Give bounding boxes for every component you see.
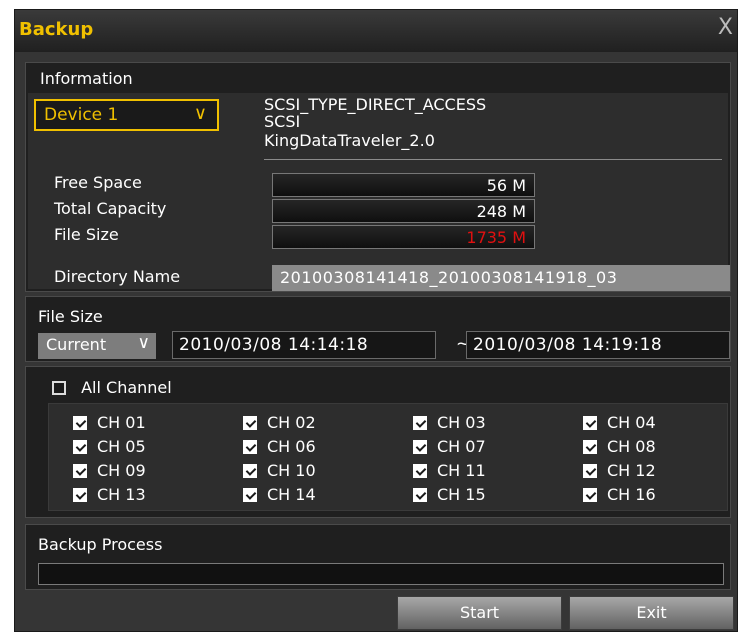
checkbox-icon — [413, 487, 427, 502]
channel-label: CH 06 — [267, 437, 316, 456]
backup-progress-bar — [38, 563, 724, 585]
checkbox-icon — [243, 487, 257, 502]
channel-checkbox-2[interactable]: CH 02 — [243, 412, 316, 432]
file-size-section-label: File Size — [38, 307, 103, 326]
channel-label: CH 12 — [607, 461, 656, 480]
channel-label: CH 11 — [437, 461, 486, 480]
backup-process-label: Backup Process — [38, 535, 163, 554]
channel-label: CH 07 — [437, 437, 486, 456]
channel-label: CH 10 — [267, 461, 316, 480]
start-datetime-field[interactable]: 2010/03/08 14:14:18 — [172, 331, 436, 359]
checkbox-icon — [243, 415, 257, 430]
checkbox-icon — [73, 487, 87, 502]
channel-label: CH 03 — [437, 413, 486, 432]
channel-grid: CH 01 CH 02 CH 03 CH 04 CH 05 CH 06 CH 07 CH 08… — [48, 403, 728, 511]
range-mode-select[interactable]: Current ∨ — [38, 333, 156, 359]
directory-name-label: Directory Name — [54, 267, 181, 286]
channel-label: CH 04 — [607, 413, 656, 432]
close-icon[interactable]: X — [718, 15, 733, 40]
channel-checkbox-5[interactable]: CH 05 — [73, 436, 146, 456]
channel-label: CH 15 — [437, 485, 486, 504]
device-type: SCSI_TYPE_DIRECT_ACCESS — [264, 95, 487, 114]
channel-label: CH 13 — [97, 485, 146, 504]
chevron-down-icon: ∨ — [193, 103, 207, 124]
all-channel-label: All Channel — [81, 378, 172, 397]
channel-label: CH 02 — [267, 413, 316, 432]
channel-checkbox-6[interactable]: CH 06 — [243, 436, 316, 456]
channel-checkbox-4[interactable]: CH 04 — [583, 412, 656, 432]
file-size-label: File Size — [54, 225, 119, 244]
checkbox-icon — [413, 415, 427, 430]
channel-label: CH 14 — [267, 485, 316, 504]
channel-panel: All Channel CH 01 CH 02 CH 03 CH 04 CH 05 CH … — [25, 366, 731, 518]
total-capacity-label: Total Capacity — [54, 199, 167, 218]
device-select-value: Device 1 — [44, 105, 119, 125]
information-panel: Information Device 1 ∨ SCSI_TYPE_DIRECT_… — [25, 62, 731, 292]
checkbox-icon — [243, 463, 257, 478]
chevron-down-icon: ∨ — [137, 333, 150, 353]
channel-checkbox-15[interactable]: CH 15 — [413, 484, 486, 504]
device-interface: SCSI — [264, 112, 301, 131]
information-label: Information — [40, 69, 133, 88]
file-size-panel: File Size Current ∨ 2010/03/08 14:14:18 … — [25, 296, 731, 362]
device-select[interactable]: Device 1 ∨ — [34, 99, 219, 131]
all-channel-checkbox[interactable]: All Channel — [52, 377, 172, 397]
channel-checkbox-10[interactable]: CH 10 — [243, 460, 316, 480]
device-model: KingDataTraveler_2.0 — [264, 131, 435, 150]
channel-checkbox-12[interactable]: CH 12 — [583, 460, 656, 480]
channel-checkbox-8[interactable]: CH 08 — [583, 436, 656, 456]
channel-checkbox-9[interactable]: CH 09 — [73, 460, 146, 480]
channel-checkbox-11[interactable]: CH 11 — [413, 460, 486, 480]
start-button[interactable]: Start — [397, 596, 562, 630]
dialog-title: Backup — [19, 19, 94, 40]
directory-name-field: 20100308141418_20100308141918_03 — [272, 265, 730, 291]
channel-checkbox-3[interactable]: CH 03 — [413, 412, 486, 432]
total-capacity-value: 248 M — [272, 199, 535, 223]
backup-dialog: Backup X Information Device 1 ∨ SCSI_TYP… — [14, 9, 738, 632]
channel-checkbox-16[interactable]: CH 16 — [583, 484, 656, 504]
file-size-value: 1735 M — [272, 225, 535, 249]
checkbox-icon — [73, 415, 87, 430]
checkbox-icon — [413, 439, 427, 454]
channel-checkbox-14[interactable]: CH 14 — [243, 484, 316, 504]
channel-label: CH 05 — [97, 437, 146, 456]
checkbox-icon — [73, 463, 87, 478]
checkbox-icon — [413, 463, 427, 478]
checkbox-icon — [73, 439, 87, 454]
checkbox-icon — [583, 439, 597, 454]
free-space-value: 56 M — [272, 173, 535, 197]
channel-checkbox-13[interactable]: CH 13 — [73, 484, 146, 504]
channel-label: CH 08 — [607, 437, 656, 456]
title-bar: Backup X — [15, 10, 737, 52]
exit-button[interactable]: Exit — [569, 596, 734, 630]
channel-checkbox-7[interactable]: CH 07 — [413, 436, 486, 456]
checkbox-icon — [583, 463, 597, 478]
checkbox-icon — [243, 439, 257, 454]
channel-label: CH 16 — [607, 485, 656, 504]
info-divider — [264, 159, 722, 160]
checkbox-icon — [52, 380, 66, 395]
channel-label: CH 01 — [97, 413, 146, 432]
end-datetime-field[interactable]: 2010/03/08 14:19:18 — [466, 331, 730, 359]
free-space-label: Free Space — [54, 173, 142, 192]
range-mode-value: Current — [46, 335, 107, 354]
checkbox-icon — [583, 487, 597, 502]
channel-label: CH 09 — [97, 461, 146, 480]
backup-process-panel: Backup Process — [25, 524, 731, 590]
checkbox-icon — [583, 415, 597, 430]
channel-checkbox-1[interactable]: CH 01 — [73, 412, 146, 432]
